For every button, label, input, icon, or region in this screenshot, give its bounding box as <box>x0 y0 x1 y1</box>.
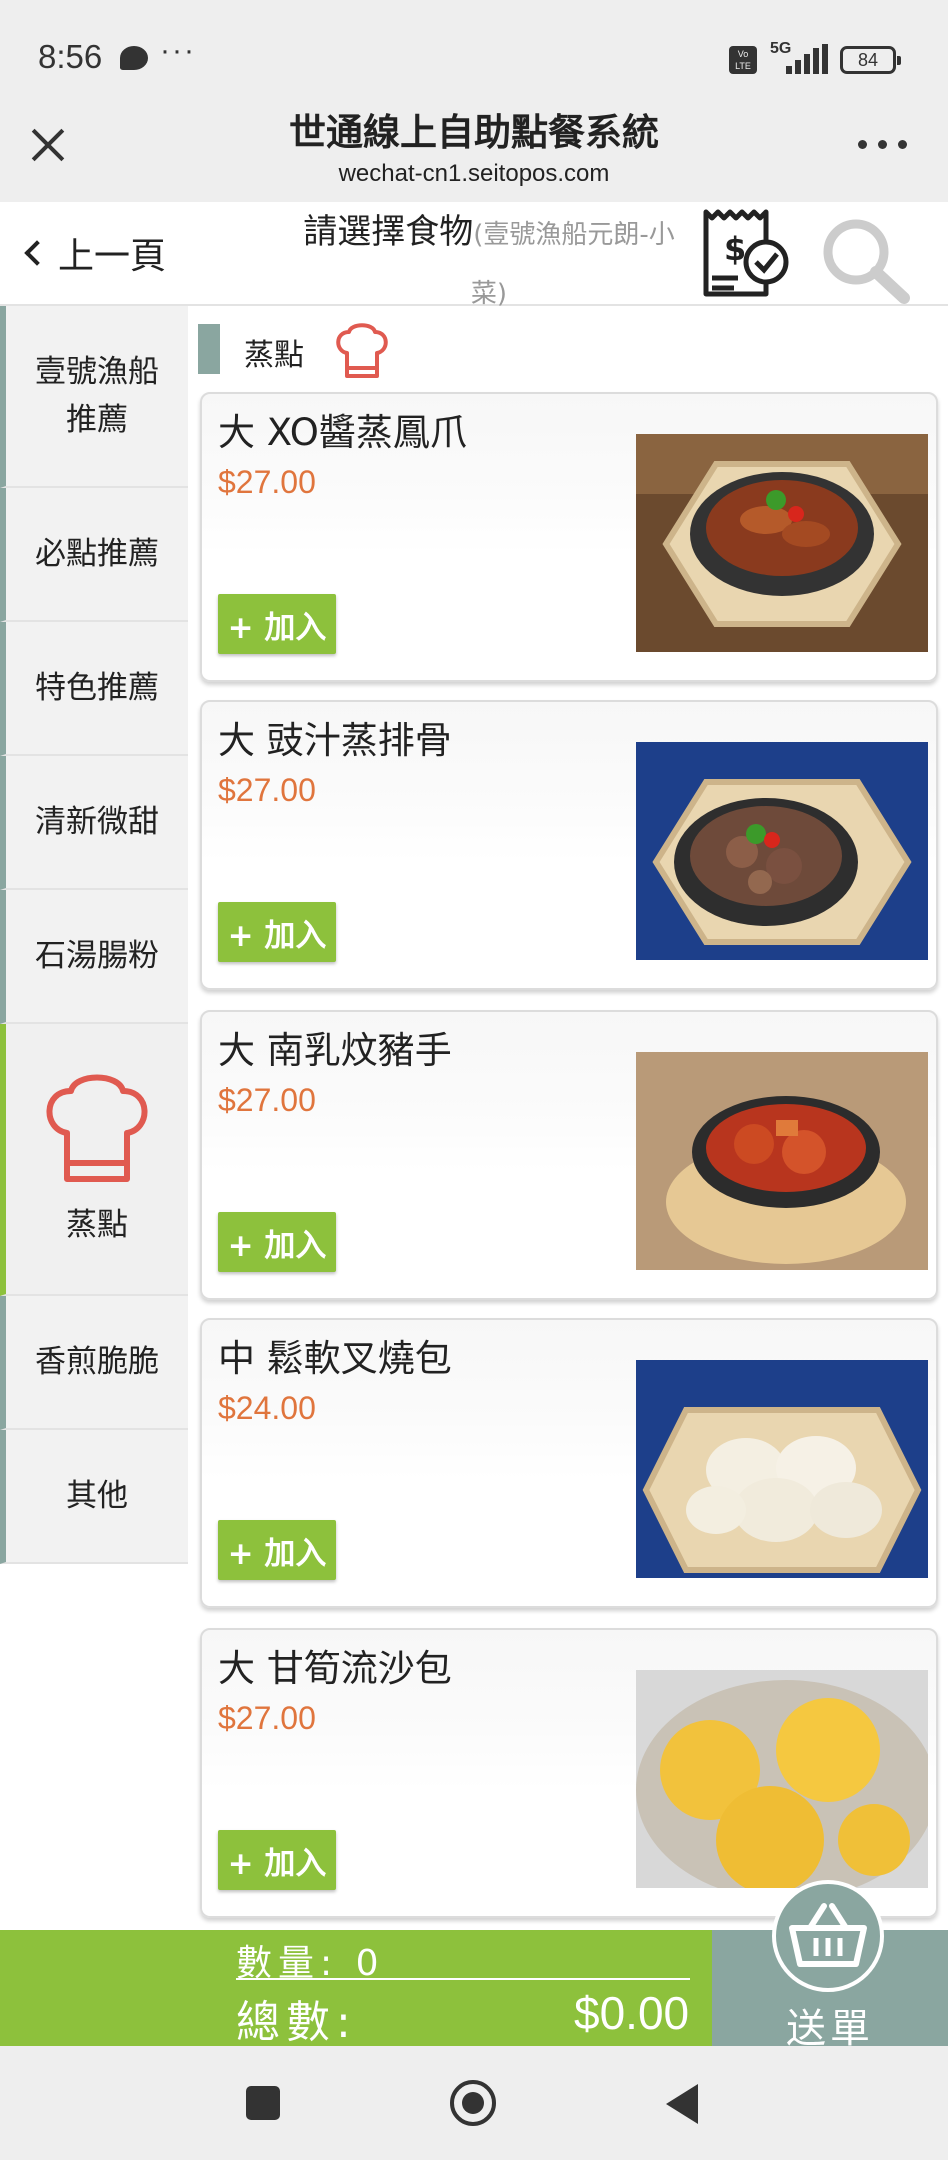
section-marker <box>198 324 220 374</box>
menu-item-card: 大 XO醬蒸鳳爪 $27.00 + 加入 <box>200 392 938 682</box>
more-menu-icon[interactable] <box>858 140 908 150</box>
item-name: 中 鬆軟叉燒包 <box>218 1337 452 1380</box>
add-button[interactable]: + 加入 <box>218 1520 336 1580</box>
food-photo[interactable] <box>636 1360 928 1578</box>
chef-hat-icon <box>46 1074 148 1182</box>
back-label: 上一頁 <box>58 236 167 277</box>
sidebar-item-label: 香煎脆脆 <box>35 1344 159 1380</box>
food-photo[interactable] <box>636 1052 928 1270</box>
sidebar-item-rice-roll[interactable]: 石湯腸粉 <box>0 890 188 1024</box>
menu-item-card: 大 南乳炆豬手 $27.00 + 加入 <box>200 1010 938 1300</box>
sidebar-item-label: 必點推薦 <box>35 536 159 572</box>
more-notifications-icon: ··· <box>160 34 196 67</box>
total-label: 總數: <box>236 1997 357 2048</box>
sub-title-main: 請選擇食物 <box>303 212 474 252</box>
sidebar-item-label: 石湯腸粉 <box>35 938 159 974</box>
sidebar-item-label: 蒸點 <box>66 1207 128 1243</box>
add-button[interactable]: + 加入 <box>218 1830 336 1890</box>
signal-icon <box>786 44 828 74</box>
item-name: 大 南乳炆豬手 <box>218 1029 452 1072</box>
sidebar-item-label: 特色推薦 <box>35 670 159 706</box>
page-title: 世通線上自助點餐系統 <box>289 111 659 154</box>
item-name: 大 豉汁蒸排骨 <box>218 719 452 762</box>
sidebar-item-special[interactable]: 特色推薦 <box>0 622 188 756</box>
add-button[interactable]: + 加入 <box>218 902 336 962</box>
food-photo[interactable] <box>636 434 928 652</box>
search-icon[interactable] <box>818 214 912 304</box>
sub-title: 請選擇食物(壹號漁船元朗-小菜) <box>294 204 684 322</box>
item-price: $24.00 <box>218 1390 316 1426</box>
menu-item-card: 中 鬆軟叉燒包 $24.00 + 加入 <box>200 1318 938 1608</box>
total-value: $0.00 <box>574 1987 690 2039</box>
basket-icon <box>789 1903 867 1967</box>
food-photo[interactable] <box>636 1670 928 1888</box>
item-name: 大 甘筍流沙包 <box>218 1647 452 1690</box>
chef-hat-icon <box>336 323 388 378</box>
receipt-icon[interactable]: $ <box>698 208 794 298</box>
back-button[interactable]: 上一頁 <box>20 228 166 278</box>
divider <box>236 1978 690 1980</box>
battery-icon: 84 <box>840 46 901 74</box>
menu-item-card: 大 豉汁蒸排骨 $27.00 + 加入 <box>200 700 938 990</box>
sidebar-item-recommend-boat[interactable]: 壹號漁船 推薦 <box>0 306 188 488</box>
menu-item-card: 大 甘筍流沙包 $27.00 + 加入 <box>200 1628 938 1918</box>
status-time: 8:56 <box>38 38 103 75</box>
sidebar-item-steamed[interactable]: 蒸點 <box>0 1024 188 1296</box>
food-photo[interactable] <box>636 742 928 960</box>
basket-button[interactable] <box>772 1880 884 1992</box>
svg-text:$: $ <box>724 230 746 268</box>
sidebar-item-label: 其他 <box>66 1478 128 1514</box>
sidebar-item-must-order[interactable]: 必點推薦 <box>0 488 188 622</box>
page-url: wechat-cn1.seitopos.com <box>338 160 610 187</box>
section-title: 蒸點 <box>244 338 304 373</box>
add-button[interactable]: + 加入 <box>218 1212 336 1272</box>
chat-notification-icon <box>120 46 148 70</box>
recent-apps-icon[interactable] <box>246 2086 280 2120</box>
chevron-left-icon <box>24 240 50 266</box>
back-nav-icon[interactable] <box>666 2084 698 2124</box>
sidebar-item-sweet[interactable]: 清新微甜 <box>0 756 188 890</box>
sub-title-store: (壹號漁船元朗-小菜) <box>470 220 675 309</box>
item-price: $27.00 <box>218 772 316 808</box>
item-price: $27.00 <box>218 1700 316 1736</box>
sidebar-item-label: 壹號漁船 推薦 <box>35 354 159 438</box>
item-price: $27.00 <box>218 464 316 500</box>
sidebar-item-others[interactable]: 其他 <box>0 1430 188 1564</box>
item-name: 大 XO醬蒸鳳爪 <box>218 411 467 454</box>
item-price: $27.00 <box>218 1082 316 1118</box>
sidebar-item-pan-fried[interactable]: 香煎脆脆 <box>0 1296 188 1430</box>
add-button[interactable]: + 加入 <box>218 594 336 654</box>
volte-icon: Vo LTE <box>729 46 757 74</box>
home-icon[interactable] <box>450 2080 496 2126</box>
category-sidebar: 壹號漁船 推薦 必點推薦 特色推薦 清新微甜 石湯腸粉 蒸點 香煎脆脆 其他 <box>0 306 188 1930</box>
sidebar-item-label: 清新微甜 <box>35 804 159 840</box>
